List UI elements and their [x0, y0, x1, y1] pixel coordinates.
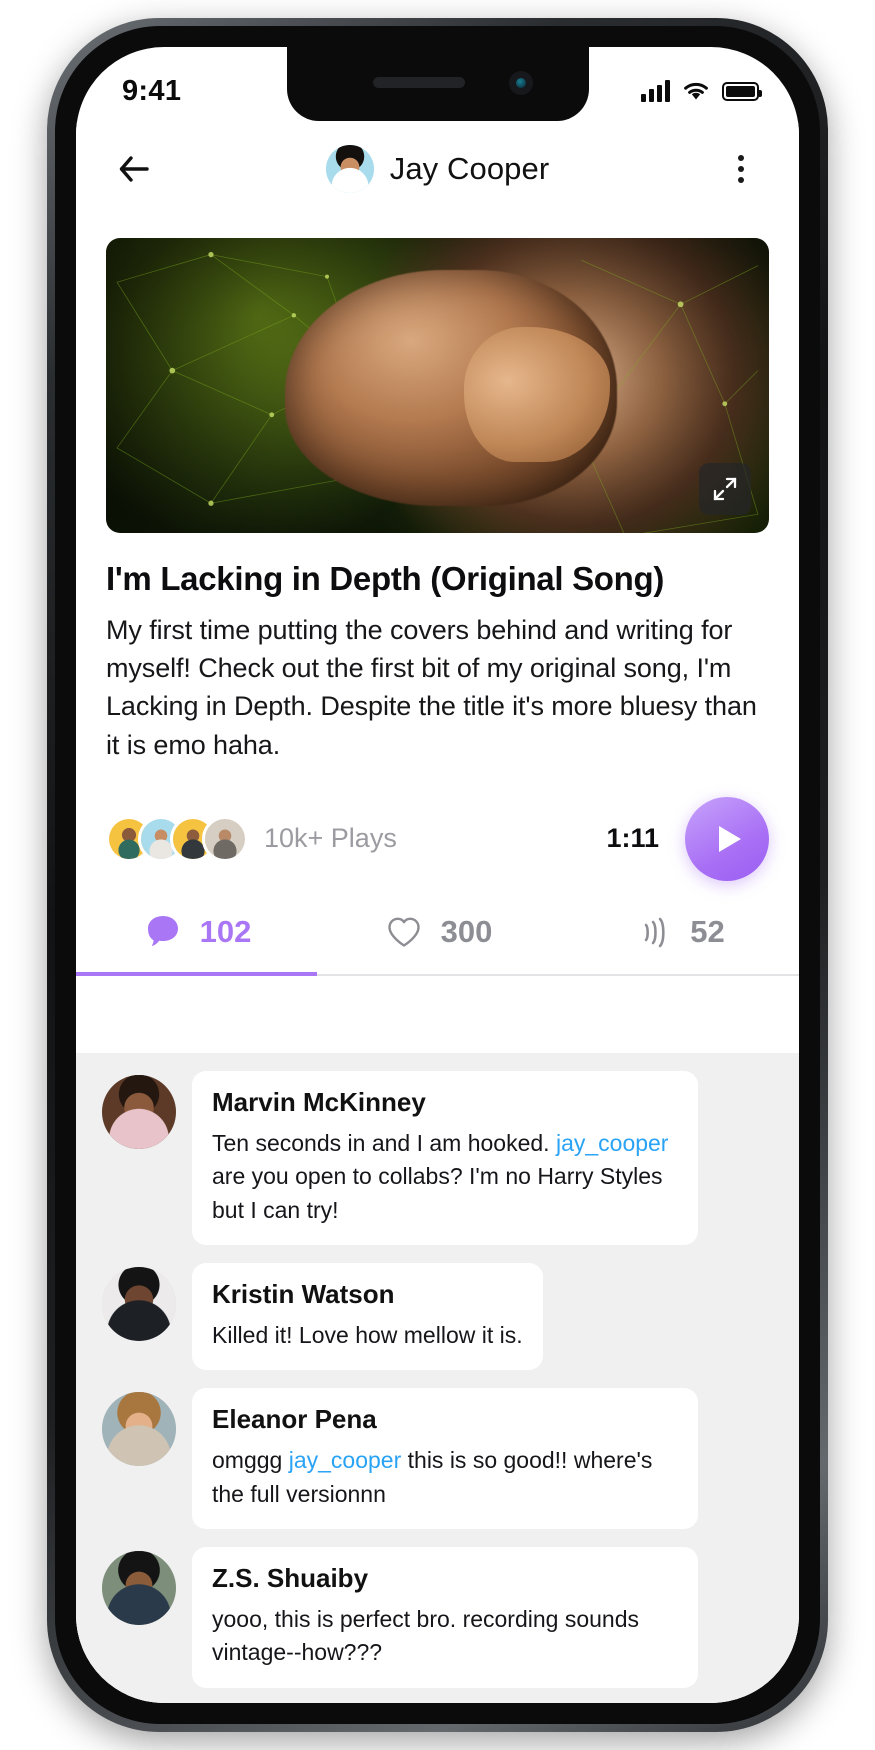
comment-bubble: Marvin McKinney Ten seconds in and I am … — [192, 1071, 698, 1246]
comments-list: Marvin McKinney Ten seconds in and I am … — [76, 1053, 799, 1703]
comment-text-before: yooo, this is perfect bro. recording sou… — [212, 1606, 640, 1666]
track-description: My first time putting the covers behind … — [106, 614, 757, 760]
comment-text: Killed it! Love how mellow it is. — [212, 1319, 523, 1352]
app-header: Jay Cooper — [76, 121, 799, 217]
play-icon — [719, 825, 741, 852]
comment-text-before: Killed it! Love how mellow it is. — [212, 1322, 523, 1349]
phone-frame: 9:41 Jay Cooper I'm Lacking in Depth (Or… — [47, 18, 828, 1732]
list-item[interactable]: Z.S. Shuaiby yooo, this is perfect bro. … — [102, 1547, 773, 1688]
arrow-left-icon — [119, 156, 149, 182]
comment-bubble: Z.S. Shuaiby yooo, this is perfect bro. … — [192, 1547, 698, 1688]
comment-bubble-icon — [147, 915, 178, 947]
phone-bezel: 9:41 Jay Cooper I'm Lacking in Depth (Or… — [55, 26, 820, 1724]
phone-screen: 9:41 Jay Cooper I'm Lacking in Depth (Or… — [76, 47, 799, 1703]
comment-text: omggg jay_cooper this is so good!! where… — [212, 1444, 678, 1511]
plays-row: 10k+ Plays 1:11 — [106, 796, 769, 882]
comment-text-before: omggg — [212, 1447, 289, 1474]
comment-text: Ten seconds in and I am hooked. jay_coop… — [212, 1127, 678, 1227]
comment-bubble: Eleanor Pena omggg jay_cooper this is so… — [192, 1388, 698, 1530]
comment-author: Z.S. Shuaiby — [212, 1563, 369, 1594]
reposts-count: 52 — [690, 913, 725, 949]
comment-author: Kristin Watson — [212, 1279, 395, 1310]
tab-likes[interactable]: 300 — [317, 890, 558, 974]
listener-avatars — [106, 815, 248, 862]
cellular-bars-icon — [641, 80, 670, 102]
track-title: I'm Lacking in Depth (Original Song) — [106, 560, 665, 597]
expand-fullscreen-icon[interactable] — [699, 463, 751, 515]
device-notch — [286, 47, 589, 121]
avatar — [102, 1551, 176, 1626]
header-user[interactable]: Jay Cooper — [156, 145, 719, 193]
mention-link[interactable]: jay_cooper — [556, 1130, 669, 1156]
repost-waves-icon — [644, 917, 665, 948]
heart-icon — [387, 917, 420, 947]
likes-count: 300 — [440, 913, 493, 949]
listener-avatar — [202, 815, 248, 862]
main-content: I'm Lacking in Depth (Original Song) My … — [76, 217, 799, 1703]
list-item[interactable]: Eleanor Pena omggg jay_cooper this is so… — [102, 1388, 773, 1530]
tab-comments[interactable]: 102 — [76, 890, 317, 976]
list-item[interactable]: Kristin Watson Killed it! Love how mello… — [102, 1263, 773, 1371]
front-camera-icon — [508, 71, 533, 95]
comment-text-before: Ten seconds in and I am hooked. — [212, 1130, 556, 1156]
wifi-icon — [684, 82, 708, 100]
avatar — [325, 145, 374, 193]
page-title: Jay Cooper — [389, 151, 550, 186]
mention-link[interactable]: jay_cooper — [289, 1447, 402, 1473]
track-cover-artwork[interactable] — [106, 238, 769, 533]
kebab-menu-icon[interactable] — [719, 147, 763, 191]
comment-author: Marvin McKinney — [212, 1087, 426, 1117]
track-duration: 1:11 — [606, 823, 659, 854]
screenshot-stage: 9:41 Jay Cooper I'm Lacking in Depth (Or… — [0, 0, 875, 1750]
stats-tabs: 102 300 52 — [76, 890, 799, 976]
play-button[interactable] — [685, 796, 769, 881]
avatar — [102, 1392, 176, 1467]
status-clock: 9:41 — [122, 74, 182, 107]
tab-reposts[interactable]: 52 — [558, 890, 799, 974]
list-item[interactable]: Marvin McKinney Ten seconds in and I am … — [102, 1071, 773, 1246]
comment-text: yooo, this is perfect bro. recording sou… — [212, 1603, 678, 1670]
avatar — [102, 1075, 176, 1149]
plays-count-label: 10k+ Plays — [264, 823, 397, 854]
battery-full-icon — [722, 81, 762, 101]
comments-count: 102 — [199, 913, 252, 949]
cover-face-shape — [464, 326, 610, 463]
avatar — [102, 1267, 176, 1342]
comment-bubble: Kristin Watson Killed it! Love how mello… — [192, 1263, 543, 1371]
comment-author: Eleanor Pena — [212, 1404, 377, 1435]
earpiece-speaker — [372, 77, 465, 88]
comment-text-after: are you open to collabs? I'm no Harry St… — [212, 1163, 663, 1223]
status-indicators — [641, 80, 762, 102]
back-button[interactable] — [112, 147, 156, 191]
